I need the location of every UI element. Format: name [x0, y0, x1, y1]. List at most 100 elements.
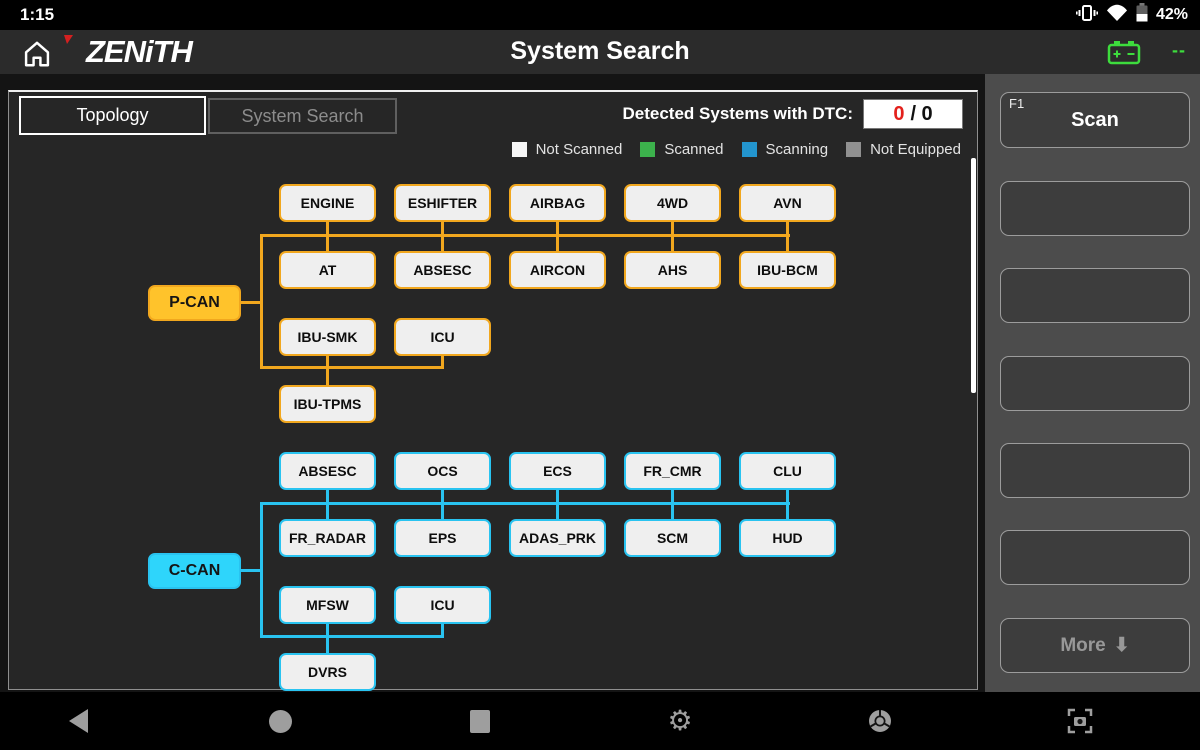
- connector-line: [441, 237, 444, 251]
- car-battery-icon: [1106, 38, 1142, 71]
- empty-function-button: [1000, 268, 1190, 323]
- status-bar: 1:15 42%: [0, 0, 1200, 30]
- tab-topology[interactable]: Topology: [19, 96, 206, 135]
- connector-line: [671, 222, 674, 234]
- ecu-avn[interactable]: AVN: [739, 184, 836, 222]
- ecu-fr-cmr[interactable]: FR_CMR: [624, 452, 721, 490]
- connector-line: [441, 222, 444, 234]
- not-equipped-label: Not Equipped: [870, 141, 961, 158]
- connector-line: [786, 490, 789, 502]
- connector-line: [326, 356, 329, 385]
- ecu-ocs[interactable]: OCS: [394, 452, 491, 490]
- ecu-4wd[interactable]: 4WD: [624, 184, 721, 222]
- zenith-logo-accent: [64, 35, 73, 44]
- connector-line: [556, 222, 559, 234]
- ecu-mfsw[interactable]: MFSW: [279, 586, 376, 624]
- connector-line: [241, 569, 263, 572]
- ecu-ibu-bcm[interactable]: IBU-BCM: [739, 251, 836, 289]
- vibrate-icon: [1076, 3, 1098, 28]
- ecu-absesc-p[interactable]: ABSESC: [394, 251, 491, 289]
- scan-button[interactable]: F1 Scan: [1000, 92, 1190, 148]
- ecu-ibu-tpms[interactable]: IBU-TPMS: [279, 385, 376, 423]
- screenshot-icon[interactable]: [1060, 701, 1100, 741]
- dtc-count-box: 0 / 0: [863, 99, 963, 129]
- wifi-icon: [1106, 4, 1128, 27]
- back-icon[interactable]: [58, 701, 98, 741]
- more-button[interactable]: More ⬇: [1000, 618, 1190, 673]
- ecu-ibu-smk[interactable]: IBU-SMK: [279, 318, 376, 356]
- connector-line: [326, 222, 329, 234]
- connector-line: [556, 237, 559, 251]
- connector-line: [671, 237, 674, 251]
- battery-percent: 42%: [1156, 6, 1188, 24]
- ecu-hud[interactable]: HUD: [739, 519, 836, 557]
- ecu-icu-p[interactable]: ICU: [394, 318, 491, 356]
- scan-status-legend: Not Scanned Scanned Scanning Not Equippe…: [512, 141, 961, 158]
- vertical-scrollbar[interactable]: [971, 158, 976, 393]
- ecu-scm[interactable]: SCM: [624, 519, 721, 557]
- scan-fkey-label: F1: [1009, 96, 1024, 111]
- home-circle-icon[interactable]: [260, 701, 300, 741]
- screen: 1:15 42% ZENiTH System Search --: [0, 0, 1200, 750]
- connector-line: [260, 234, 790, 237]
- connector-line: [441, 505, 444, 519]
- connector-line: [786, 222, 789, 234]
- battery-icon: [1136, 3, 1148, 27]
- android-nav-bar: ⚙: [0, 692, 1200, 750]
- clock: 1:15: [20, 5, 54, 25]
- function-key-sidebar: F1 Scan More ⬇: [985, 74, 1200, 692]
- not-scanned-swatch: [512, 142, 527, 157]
- ecu-ecs[interactable]: ECS: [509, 452, 606, 490]
- recents-icon[interactable]: [460, 701, 500, 741]
- app-header: ZENiTH System Search --: [0, 30, 1200, 74]
- ecu-eshifter[interactable]: ESHIFTER: [394, 184, 491, 222]
- page-title: System Search: [510, 37, 689, 66]
- connector-line: [260, 502, 790, 505]
- dtc-count: 0: [893, 103, 904, 126]
- not-scanned-label: Not Scanned: [536, 141, 623, 158]
- scan-button-label: Scan: [1071, 109, 1119, 132]
- status-icons: 42%: [1076, 0, 1188, 30]
- connector-line: [786, 237, 789, 251]
- zenith-logo: ZENiTH: [86, 34, 192, 70]
- connector-line: [441, 490, 444, 502]
- ecu-ahs[interactable]: AHS: [624, 251, 721, 289]
- connector-line: [326, 490, 329, 502]
- ccan-label[interactable]: C-CAN: [148, 553, 241, 589]
- more-button-label: More: [1060, 635, 1105, 657]
- empty-function-button: [1000, 530, 1190, 585]
- ecu-icu-c[interactable]: ICU: [394, 586, 491, 624]
- tab-system-search[interactable]: System Search: [208, 98, 397, 134]
- connector-line: [260, 366, 444, 369]
- ecu-dvrs[interactable]: DVRS: [279, 653, 376, 691]
- ecu-aircon[interactable]: AIRCON: [509, 251, 606, 289]
- pcan-label[interactable]: P-CAN: [148, 285, 241, 321]
- ecu-engine[interactable]: ENGINE: [279, 184, 376, 222]
- home-icon[interactable]: [18, 37, 56, 69]
- battery-voltage-value: --: [1172, 40, 1186, 61]
- main-area: Topology System Search Detected Systems …: [0, 74, 1200, 692]
- settings-icon[interactable]: ⚙: [660, 701, 700, 741]
- empty-function-button: [1000, 443, 1190, 498]
- empty-function-button: [1000, 356, 1190, 411]
- ecu-clu[interactable]: CLU: [739, 452, 836, 490]
- connector-line: [241, 301, 263, 304]
- connector-line: [671, 490, 674, 502]
- scanning-swatch: [742, 142, 757, 157]
- ecu-airbag[interactable]: AIRBAG: [509, 184, 606, 222]
- connector-line: [326, 237, 329, 251]
- ecu-at[interactable]: AT: [279, 251, 376, 289]
- arrow-down-icon: ⬇: [1114, 634, 1130, 657]
- connector-line: [556, 490, 559, 502]
- ecu-fr-radar[interactable]: FR_RADAR: [279, 519, 376, 557]
- dtc-label: Detected Systems with DTC:: [623, 104, 854, 124]
- ecu-absesc-c[interactable]: ABSESC: [279, 452, 376, 490]
- ecu-eps[interactable]: EPS: [394, 519, 491, 557]
- connector-line: [671, 505, 674, 519]
- connector-line: [556, 505, 559, 519]
- dtc-summary: Detected Systems with DTC: 0 / 0: [623, 99, 964, 129]
- chrome-icon[interactable]: [860, 701, 900, 741]
- ecu-adas-prk[interactable]: ADAS_PRK: [509, 519, 606, 557]
- scanning-label: Scanning: [766, 141, 829, 158]
- connector-line: [326, 624, 329, 653]
